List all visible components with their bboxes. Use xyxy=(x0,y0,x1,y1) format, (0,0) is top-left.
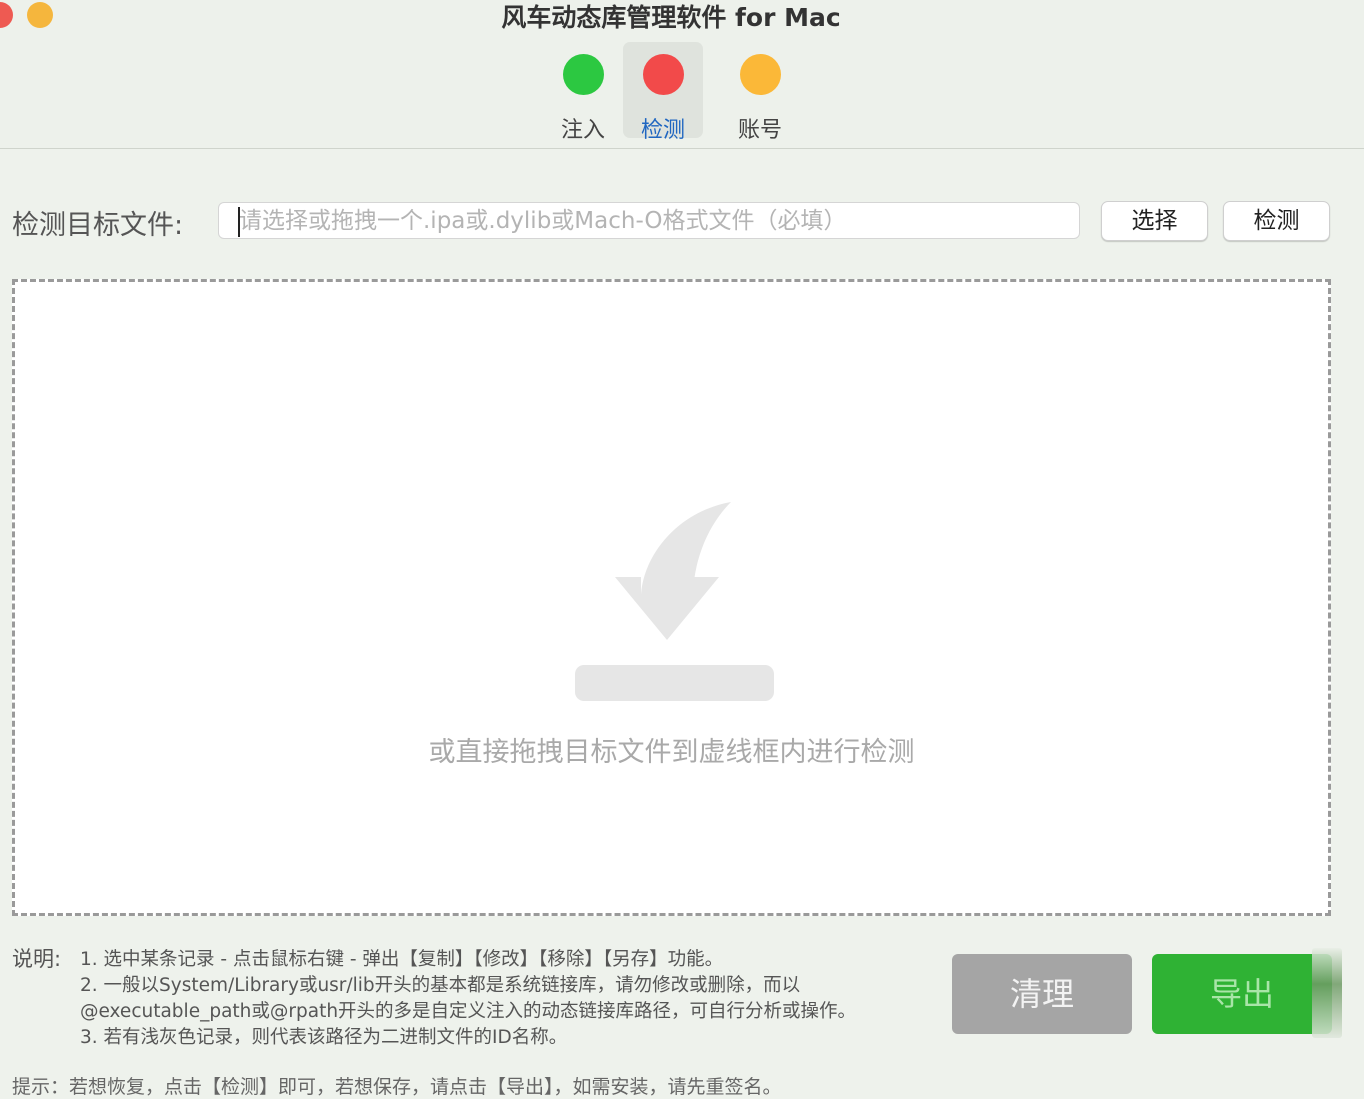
export-button[interactable]: 导出 xyxy=(1152,954,1332,1034)
toolbar-tab-label: 账号 xyxy=(737,118,782,143)
target-file-input[interactable] xyxy=(218,202,1080,239)
notes-label: 说明: xyxy=(12,947,62,971)
toolbar-tab-inject[interactable]: 注入 xyxy=(543,42,623,143)
notes-line: 3. 若有浅灰色记录，则代表该路径为二进制文件的ID名称。 xyxy=(80,1027,568,1048)
decorative-overlay xyxy=(1312,948,1342,1038)
tips-text: 提示：若想恢复，点击【检测】即可，若想保存，请点击【导出】，如需安装，请先重签名… xyxy=(12,1076,782,1098)
detect-button[interactable]: 检测 xyxy=(1223,201,1330,241)
drop-zone[interactable]: 或直接拖拽目标文件到虚线框内进行检测 xyxy=(12,279,1331,916)
red-dot-icon xyxy=(643,54,684,95)
notes-line: 2. 一般以System/Library或usr/lib开头的基本都是系统链接库… xyxy=(80,975,801,996)
notes-line: @executable_path或@rpath开头的多是自定义注入的动态链接库路… xyxy=(80,1001,857,1022)
window-title: 风车动态库管理软件 for Mac xyxy=(501,3,841,32)
text-caret xyxy=(238,207,240,237)
green-dot-icon xyxy=(563,54,604,95)
toolbar-tab-label: 检测 xyxy=(640,118,685,143)
select-file-button[interactable]: 选择 xyxy=(1101,201,1208,241)
clear-button[interactable]: 清理 xyxy=(952,954,1132,1034)
orange-dot-icon xyxy=(740,54,781,95)
target-file-label: 检测目标文件: xyxy=(12,210,184,241)
download-arrow-icon xyxy=(575,502,774,701)
title-bar: 风车动态库管理软件 for Mac 注入 检测 账号 xyxy=(0,0,1364,149)
notes-line: 1. 选中某条记录 - 点击鼠标右键 - 弹出【复制】【修改】【移除】【另存】功… xyxy=(80,949,724,970)
toolbar-tab-account[interactable]: 账号 xyxy=(720,42,800,143)
toolbar-tab-detect[interactable]: 检测 xyxy=(623,42,703,143)
toolbar-tab-label: 注入 xyxy=(560,118,605,143)
drop-hint-text: 或直接拖拽目标文件到虚线框内进行检测 xyxy=(428,737,915,768)
